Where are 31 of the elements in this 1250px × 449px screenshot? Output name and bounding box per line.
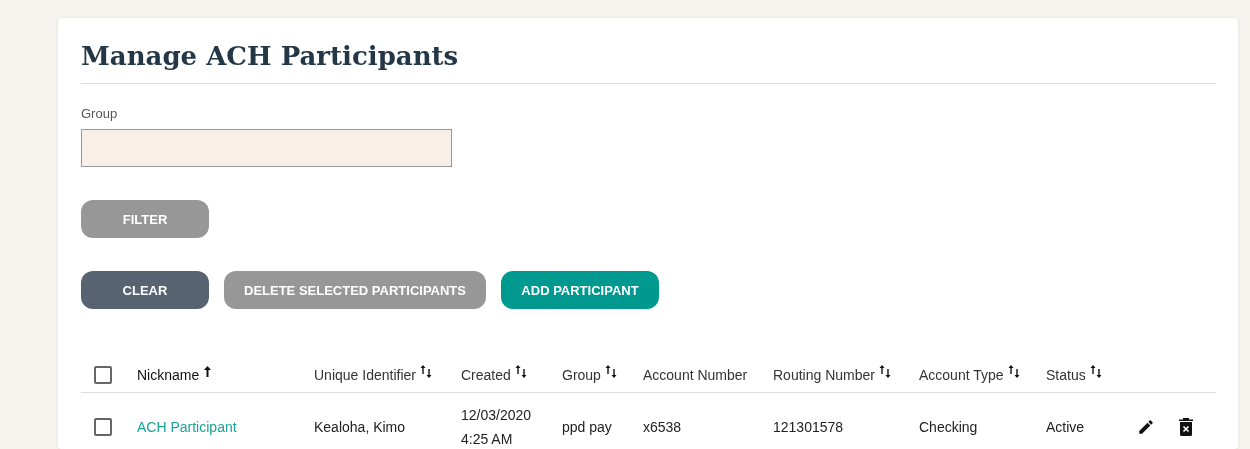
column-header[interactable]: Created [461, 367, 527, 383]
sort-icon[interactable] [514, 364, 527, 378]
table-cell-text: ppd pay [562, 418, 612, 437]
sort-icon[interactable] [1007, 364, 1020, 378]
column-header[interactable]: Account Type [919, 367, 1020, 383]
table-cell-text: 121301578 [773, 418, 844, 437]
checkbox[interactable] [94, 366, 112, 384]
delete-icon[interactable] [1179, 418, 1193, 436]
column-header[interactable]: Routing Number [773, 367, 891, 383]
sort-icon[interactable] [604, 364, 617, 378]
table-cell-text: Kealoha, Kimo [314, 418, 406, 437]
group-field[interactable] [81, 129, 452, 167]
table-cell-text: 12/03/2020 4:25 AM [461, 406, 532, 449]
page-title: Manage ACH Participants [81, 38, 1216, 84]
table-cell-text: x6538 [643, 418, 682, 437]
action-button[interactable]: ADD PARTICIPANT [501, 271, 659, 309]
table-cell-text: Checking [919, 418, 978, 437]
edit-icon[interactable] [1137, 418, 1155, 436]
sort-icon[interactable] [419, 364, 432, 378]
column-header[interactable]: Unique Identifier [314, 367, 432, 383]
column-header[interactable]: Nickname [137, 367, 213, 383]
sort-up-icon[interactable] [203, 364, 213, 378]
action-button[interactable]: CLEAR [81, 271, 209, 309]
sort-icon[interactable] [1089, 364, 1102, 378]
column-header[interactable]: Account Number [643, 367, 748, 383]
sort-icon[interactable] [878, 364, 891, 378]
checkbox[interactable] [94, 418, 112, 436]
field-label: Group [81, 106, 119, 121]
column-header[interactable]: Status [1046, 367, 1102, 383]
table-cell-text: Active [1046, 418, 1085, 437]
column-header[interactable]: Group [562, 367, 617, 383]
